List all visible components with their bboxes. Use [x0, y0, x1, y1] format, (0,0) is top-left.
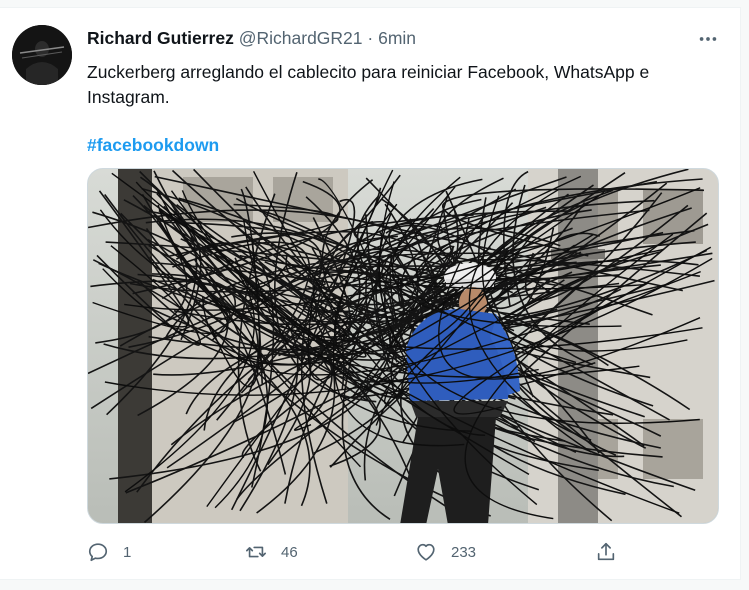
like-count: 233	[451, 543, 477, 561]
cable-photo	[88, 169, 718, 523]
share-button[interactable]	[595, 541, 617, 563]
reply-icon	[88, 543, 108, 562]
author-handle[interactable]: @RichardGR21	[239, 28, 363, 48]
heart-icon	[417, 543, 435, 561]
tweet-timestamp[interactable]: 6min	[378, 28, 416, 48]
tweet-card[interactable]: Richard Gutierrez @RichardGR21 · 6min Zu…	[0, 7, 741, 580]
retweet-icon	[246, 546, 266, 558]
avatar-photo	[12, 25, 72, 85]
more-horizontal-icon	[699, 37, 717, 41]
separator-dot: ·	[367, 28, 374, 48]
tweet-media-image[interactable]	[87, 168, 719, 524]
more-options-button[interactable]	[694, 25, 722, 53]
like-button[interactable]: 233	[415, 541, 476, 563]
share-icon	[597, 542, 615, 561]
tweet-actions-bar: 1 46 233	[87, 541, 627, 563]
retweet-count: 46	[281, 543, 298, 561]
reply-count: 1	[123, 543, 132, 561]
tweet-header: Richard Gutierrez @RichardGR21 · 6min	[87, 28, 720, 52]
avatar[interactable]	[12, 25, 72, 85]
author-name[interactable]: Richard Gutierrez	[87, 28, 234, 48]
hashtag-link[interactable]: #facebookdown	[87, 135, 219, 156]
reply-button[interactable]: 1	[87, 541, 131, 563]
tweet-text: Zuckerberg arreglando el cablecito para …	[87, 62, 650, 107]
retweet-button[interactable]: 46	[245, 541, 298, 563]
